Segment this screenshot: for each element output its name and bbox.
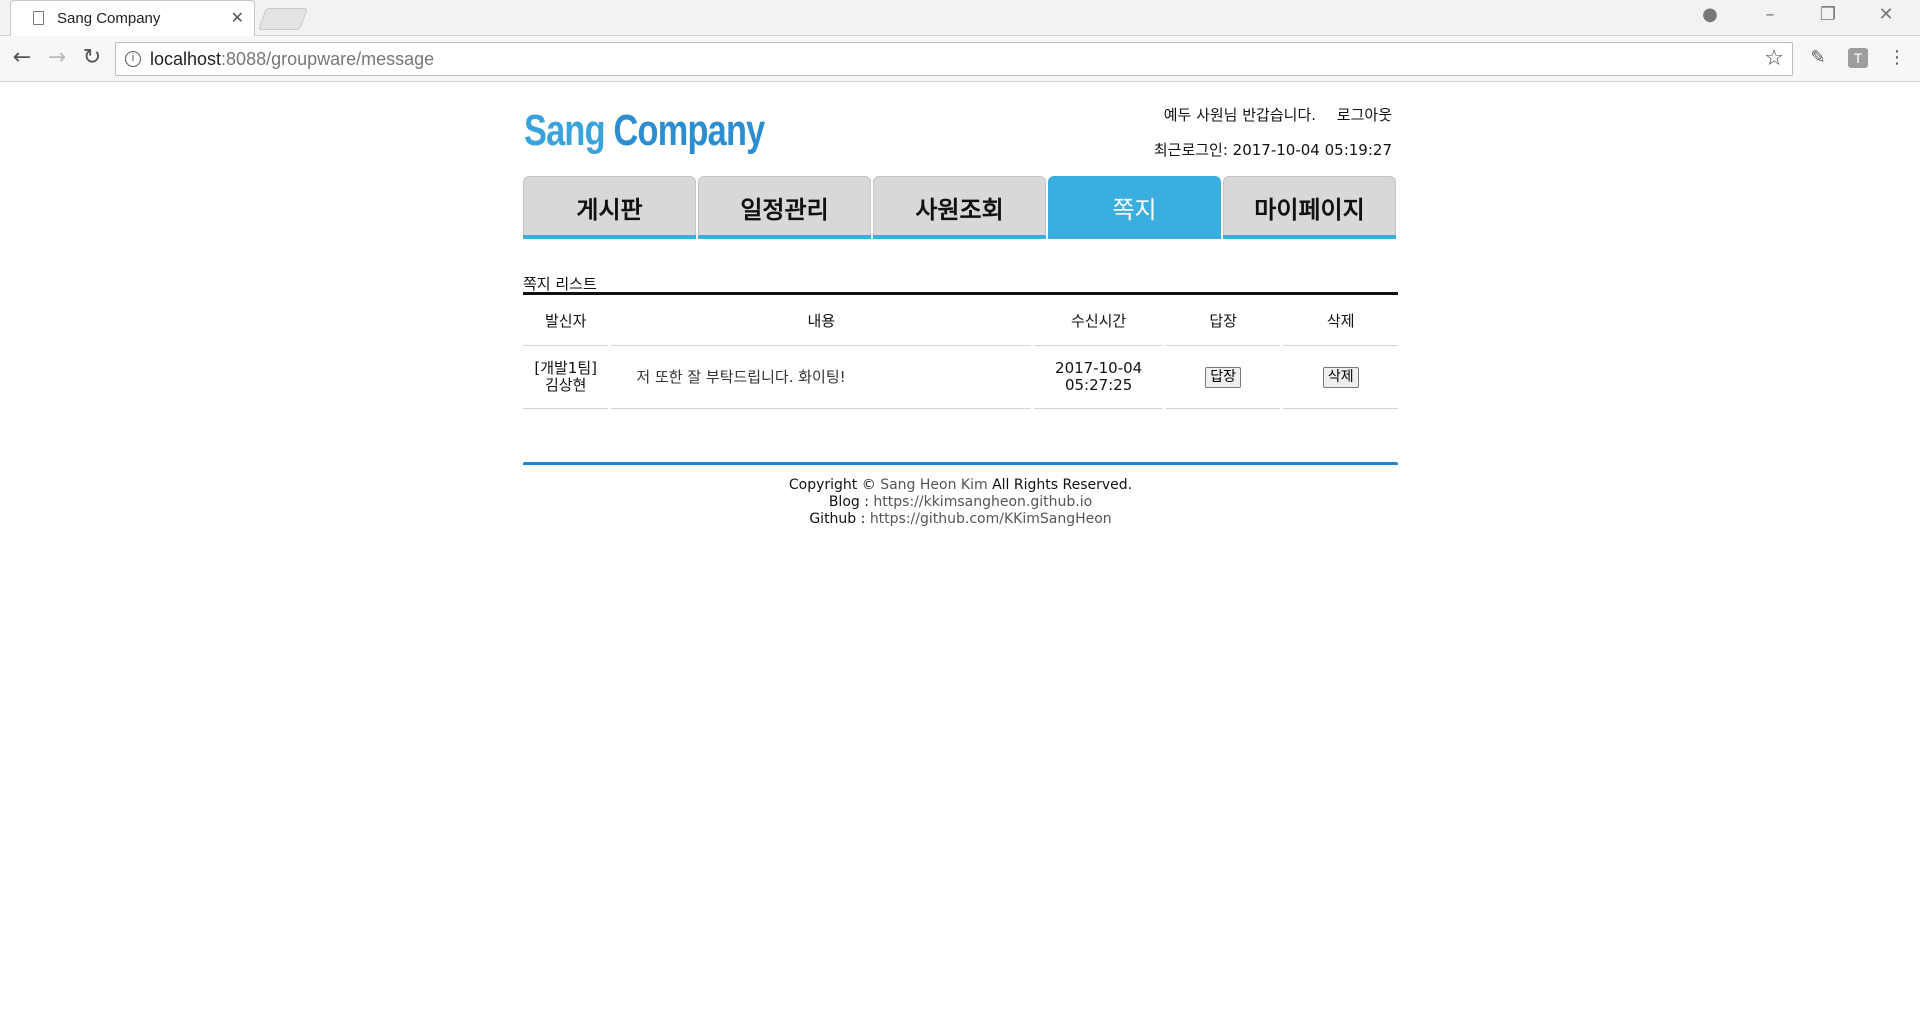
- github-link[interactable]: https://github.com/KKimSangHeon: [870, 511, 1112, 527]
- author-link[interactable]: Sang Heon Kim: [880, 477, 987, 493]
- blog-line: Blog : https://kkimsangheon.github.io: [828, 494, 1093, 510]
- browser-tab[interactable]: Sang Company ✕: [10, 0, 255, 36]
- menu-board[interactable]: 게시판: [523, 176, 696, 239]
- delete-button[interactable]: 삭제: [1322, 366, 1359, 388]
- welcome-area: 예두 사원님 반갑습니다. 로그아웃: [1164, 104, 1392, 125]
- section-title: 쪽지 리스트: [523, 275, 597, 293]
- extension-t-icon[interactable]: T: [1848, 48, 1868, 68]
- forward-icon[interactable]: →: [43, 45, 71, 70]
- browser-toolbar: ← → ↻ i localhost:8088/groupware/message…: [0, 36, 1920, 82]
- reload-icon[interactable]: ↻: [78, 45, 106, 70]
- new-tab-button[interactable]: [257, 8, 309, 30]
- sender-team: [개발1팀]: [534, 359, 598, 377]
- tab-title: Sang Company: [57, 10, 161, 27]
- page-icon: [33, 11, 44, 25]
- browser-tabstrip: Sang Company ✕ ● – ❐ ✕: [0, 0, 1920, 36]
- reply-cell: 답장: [1165, 346, 1281, 409]
- main-menu: 게시판 일정관리 사원조회 쪽지 마이페이지: [523, 176, 1398, 239]
- close-tab-icon[interactable]: ✕: [231, 8, 244, 27]
- address-bar[interactable]: i localhost:8088/groupware/message ☆: [115, 42, 1793, 76]
- menu-schedule[interactable]: 일정관리: [698, 176, 871, 239]
- blog-link[interactable]: https://kkimsangheon.github.io: [873, 494, 1092, 510]
- minimize-icon[interactable]: –: [1750, 4, 1790, 25]
- github-line: Github : https://github.com/KKimSangHeon: [809, 511, 1112, 527]
- url-text: localhost:8088/groupware/message: [150, 49, 435, 69]
- column-header-delete: 삭제: [1283, 295, 1398, 346]
- table-row: [개발1팀] 김상현 저 또한 잘 부탁드립니다. 화이팅! 2017-10-0…: [523, 346, 1398, 409]
- welcome-text: 예두 사원님 반갑습니다.: [1163, 106, 1317, 124]
- menu-message[interactable]: 쪽지: [1048, 176, 1221, 239]
- footer-divider: [523, 462, 1398, 465]
- delete-cell: 삭제: [1283, 346, 1398, 409]
- menu-mypage[interactable]: 마이페이지: [1223, 176, 1396, 239]
- column-header-content: 내용: [611, 295, 1032, 346]
- close-window-icon[interactable]: ✕: [1866, 4, 1906, 25]
- restore-icon[interactable]: ❐: [1808, 4, 1848, 25]
- info-icon[interactable]: i: [125, 51, 141, 67]
- last-login-text: 최근로그인: 2017-10-04 05:19:27: [1153, 141, 1392, 159]
- reply-button[interactable]: 답장: [1205, 366, 1242, 388]
- menu-employee-search[interactable]: 사원조회: [873, 176, 1046, 239]
- bookmark-star-icon[interactable]: ☆: [1764, 46, 1784, 71]
- footer: Copyright © Sang Heon Kim All Rights Res…: [523, 477, 1398, 528]
- menu-dots-icon[interactable]: ⋮: [1884, 45, 1910, 71]
- sender-cell: [개발1팀] 김상현: [523, 346, 609, 409]
- received-date: 2017-10-04: [1055, 359, 1143, 377]
- table-header-row: 발신자 내용 수신시간 답장 삭제: [523, 295, 1398, 346]
- back-icon[interactable]: ←: [8, 45, 36, 70]
- column-header-sender: 발신자: [523, 295, 609, 346]
- sender-name: 김상현: [544, 376, 587, 394]
- column-header-received-time: 수신시간: [1034, 295, 1163, 346]
- message-content[interactable]: 저 또한 잘 부탁드립니다. 화이팅!: [611, 346, 1032, 409]
- received-time-cell: 2017-10-04 05:27:25: [1034, 346, 1163, 409]
- message-table: 발신자 내용 수신시간 답장 삭제 [개발1팀] 김상현 저 또한 잘 부탁드립…: [520, 295, 1401, 409]
- eyedropper-icon[interactable]: ✎: [1805, 45, 1831, 71]
- column-header-reply: 답장: [1165, 295, 1281, 346]
- profile-icon[interactable]: ●: [1690, 4, 1730, 25]
- logout-link[interactable]: 로그아웃: [1337, 106, 1392, 124]
- copyright-line: Copyright © Sang Heon Kim All Rights Res…: [788, 477, 1133, 493]
- logo[interactable]: Sang Company: [524, 106, 765, 156]
- received-time: 05:27:25: [1064, 376, 1133, 394]
